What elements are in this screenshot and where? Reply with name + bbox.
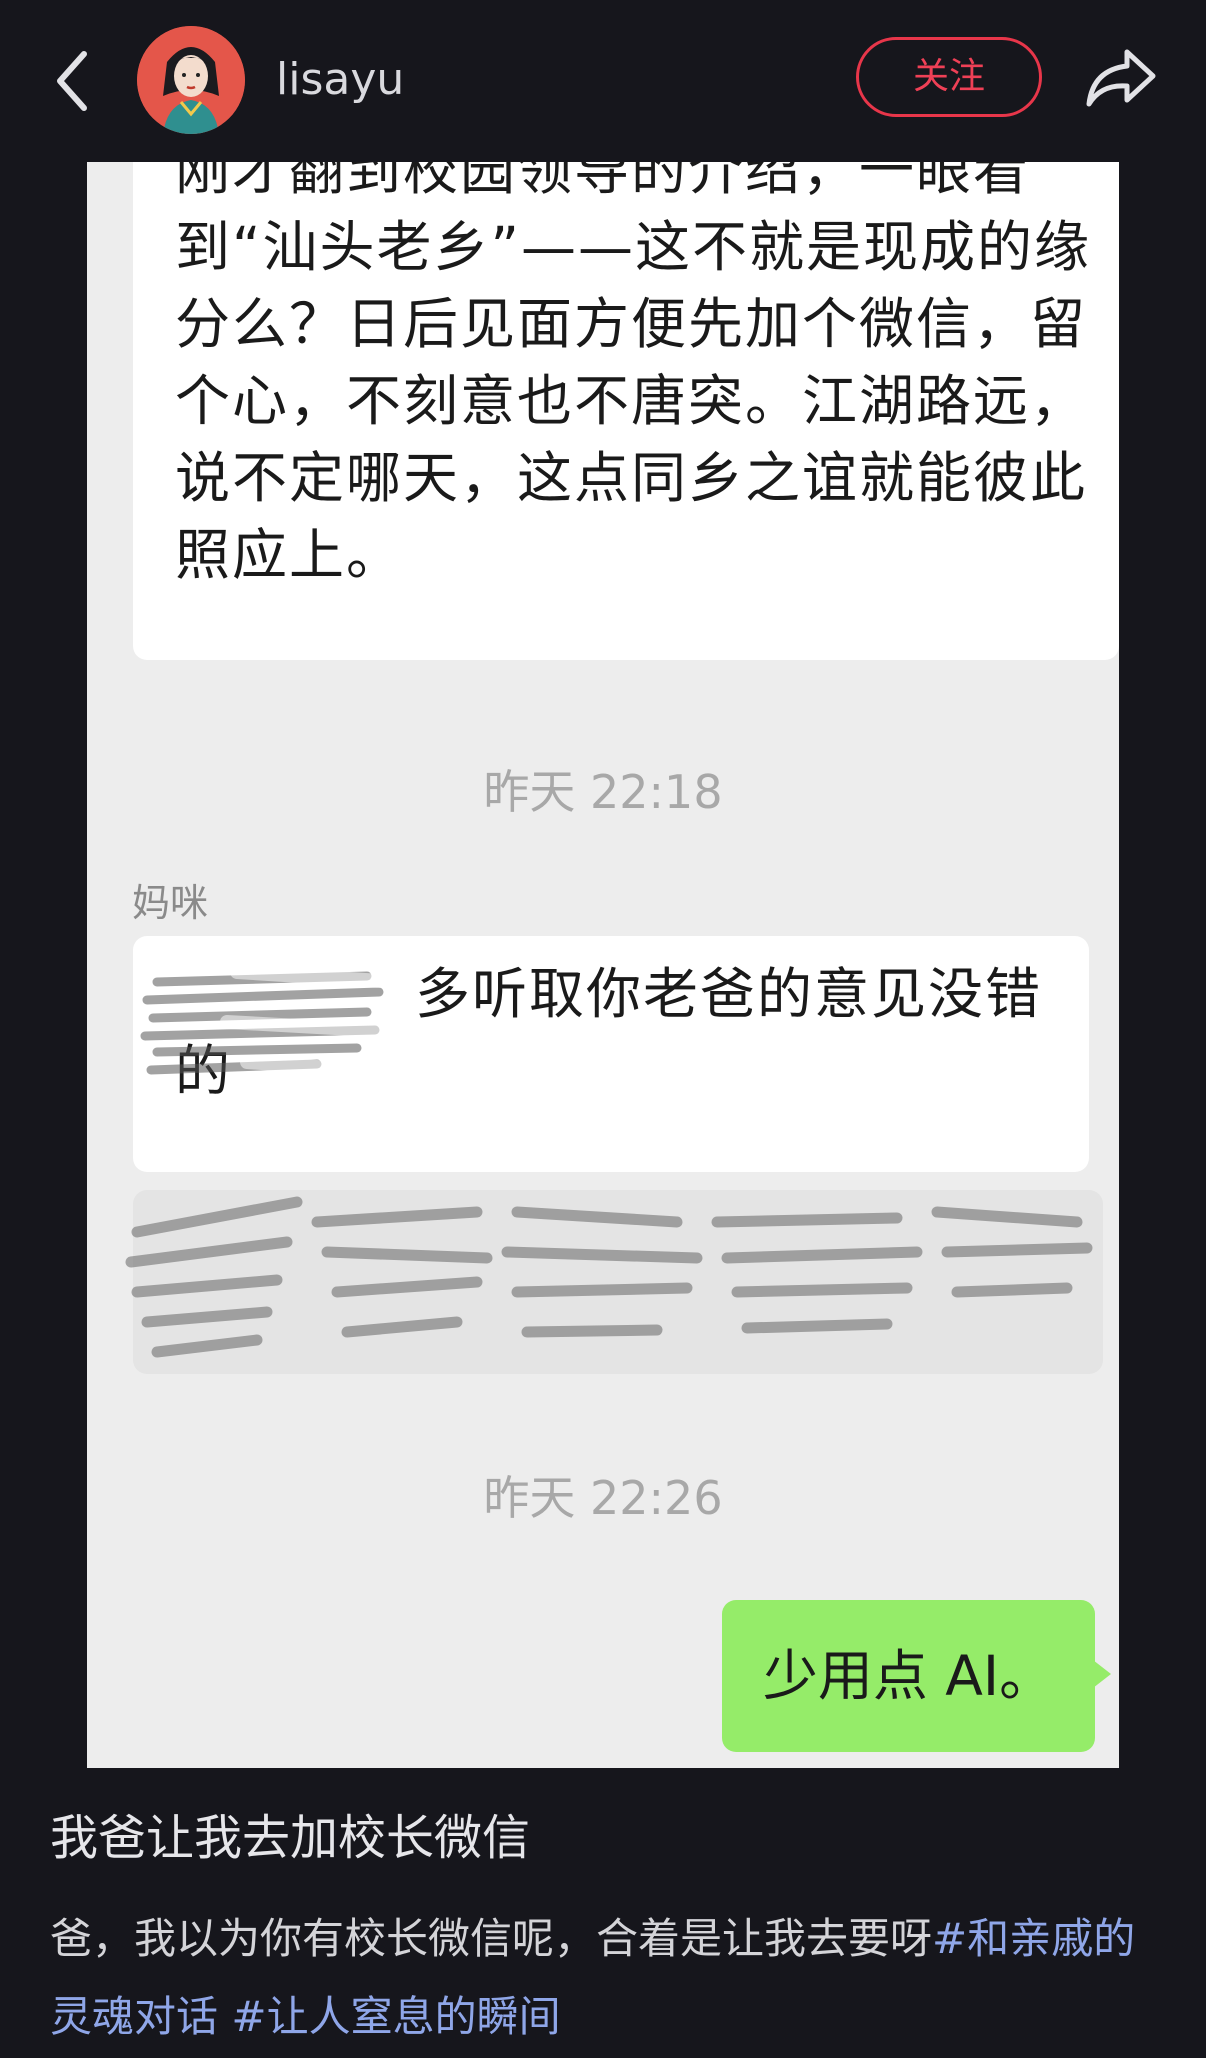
hashtag-link[interactable]: #让人窒息的瞬间 <box>231 1992 560 2041</box>
avatar-image <box>137 26 245 134</box>
timestamp: 昨天 22:26 <box>483 1471 723 1525</box>
share-button[interactable] <box>1083 44 1159 112</box>
sender-name: 妈咪 <box>132 881 209 925</box>
incoming-message-bubble: 刚才翻到校园领导的介绍，一眼看到“汕头老乡”——这不就是现成的缘分么？日后见面方… <box>133 162 1119 660</box>
follow-button[interactable]: 关注 <box>856 37 1042 117</box>
post-body: 爸，我以为你有校长微信呢，合着是让我去要呀#和亲戚的灵魂对话 #让人窒息的瞬间 <box>50 1900 1160 2056</box>
message-text: 刚才翻到校园领导的介绍，一眼看到“汕头老乡”——这不就是现成的缘分么？日后见面方… <box>175 162 1091 587</box>
share-icon <box>1086 49 1156 107</box>
chat-screenshot: 刚才翻到校园领导的介绍，一眼看到“汕头老乡”——这不就是现成的缘分么？日后见面方… <box>87 162 1119 1768</box>
timestamp: 昨天 22:18 <box>483 765 723 819</box>
redaction-scribble <box>125 1196 1093 1358</box>
back-button[interactable] <box>48 46 98 116</box>
redaction-scribble <box>140 965 414 1079</box>
post-title: 我爸让我去加校长微信 <box>50 1810 531 1866</box>
post-text: 爸，我以为你有校长微信呢，合着是让我去要呀 <box>50 1914 933 1963</box>
username[interactable]: lisayu <box>276 52 404 108</box>
top-bar: lisayu 关注 <box>0 0 1206 160</box>
outgoing-message-bubble: 少用点 AI。 <box>722 1600 1111 1752</box>
avatar[interactable] <box>137 26 245 134</box>
back-arrow-icon <box>57 51 87 111</box>
